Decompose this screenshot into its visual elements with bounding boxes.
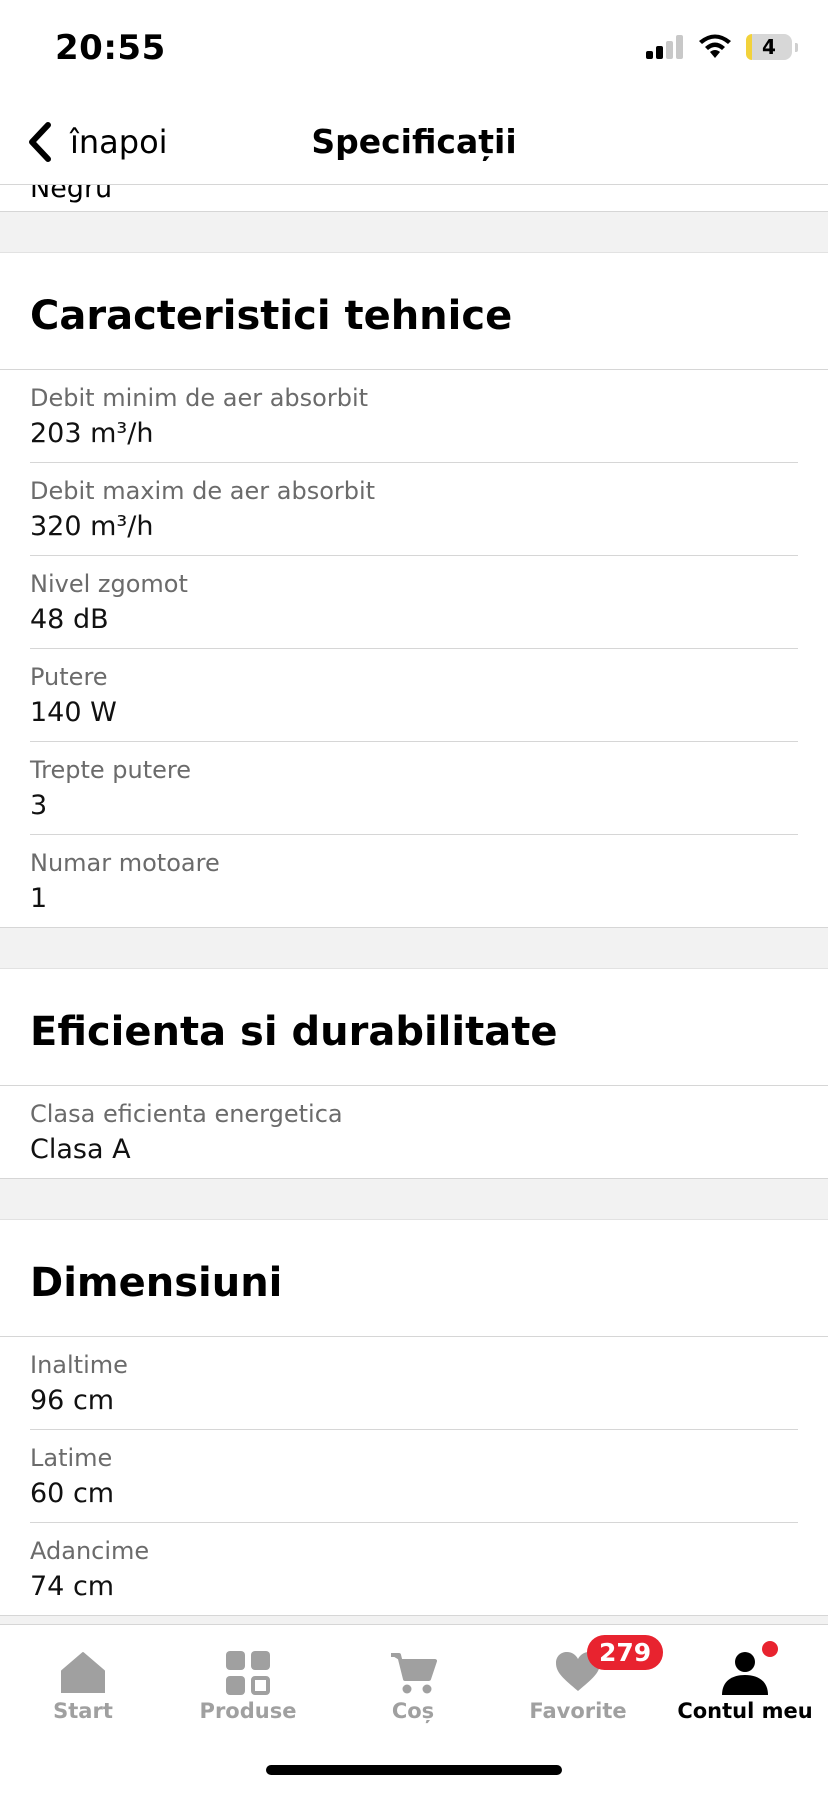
section-header: Eficienta si durabilitate <box>0 969 828 1086</box>
status-icons: 4 <box>646 34 798 60</box>
spec-value: 320 m³/h <box>30 511 154 542</box>
spec-value: 140 W <box>30 697 117 728</box>
spec-value: 3 <box>30 790 48 821</box>
tab-label: Coș <box>391 1699 435 1723</box>
grid-icon <box>226 1651 270 1695</box>
spec-row: Nivel zgomot 48 dB <box>30 556 798 649</box>
tab-label: Start <box>53 1699 113 1723</box>
signal-icon <box>646 35 683 59</box>
spec-row: Latime 60 cm <box>30 1430 798 1523</box>
battery-icon: 4 <box>746 34 798 60</box>
section-divider <box>0 212 828 253</box>
tab-contul-meu[interactable]: Contul meu <box>670 1641 820 1731</box>
tab-label: Produse <box>199 1699 297 1723</box>
spec-label: Latime <box>30 1444 113 1472</box>
spec-row: Debit maxim de aer absorbit 320 m³/h <box>30 463 798 556</box>
spec-label: Debit maxim de aer absorbit <box>30 477 376 505</box>
favorites-count-badge: 279 <box>587 1635 664 1670</box>
wifi-icon <box>699 34 731 58</box>
home-icon <box>61 1652 105 1693</box>
section-title: Dimensiuni <box>30 1260 283 1306</box>
spec-row: Putere 140 W <box>30 649 798 742</box>
spec-label: Adancime <box>30 1537 150 1565</box>
spec-value: 60 cm <box>30 1478 115 1509</box>
spec-row: Clasa eficienta energetica Clasa A <box>0 1086 828 1179</box>
spec-label: Numar motoare <box>30 849 220 877</box>
spec-label: Debit minim de aer absorbit <box>30 384 369 412</box>
spec-row: Trepte putere 3 <box>30 742 798 835</box>
partial-spec-row: Negru <box>0 185 828 212</box>
cart-icon <box>391 1653 437 1694</box>
spec-value: 203 m³/h <box>30 418 154 449</box>
partial-spec-value: Negru <box>30 185 113 204</box>
spec-label: Clasa eficienta energetica <box>30 1100 343 1128</box>
tab-produse[interactable]: Produse <box>173 1651 323 1731</box>
spec-label: Trepte putere <box>30 756 192 784</box>
tab-start[interactable]: Start <box>8 1651 158 1731</box>
tab-cos[interactable]: Coș <box>338 1651 488 1731</box>
notification-dot <box>762 1641 778 1657</box>
section-header: Caracteristici tehnice <box>0 253 828 370</box>
spec-row: Numar motoare 1 <box>0 835 828 928</box>
section-title: Caracteristici tehnice <box>30 293 513 339</box>
section-divider <box>0 928 828 969</box>
spec-row: Adancime 74 cm <box>0 1523 828 1616</box>
section-header: Dimensiuni <box>0 1220 828 1337</box>
spec-label: Inaltime <box>30 1351 128 1379</box>
spec-label: Nivel zgomot <box>30 570 188 598</box>
page-title: Specificații <box>311 122 517 161</box>
nav-bar: înapoi Specificații <box>0 100 828 185</box>
spec-value: Clasa A <box>30 1134 131 1165</box>
section-title: Eficienta si durabilitate <box>30 1009 558 1055</box>
spec-value: 1 <box>30 883 48 914</box>
spec-row: Debit minim de aer absorbit 203 m³/h <box>30 370 798 463</box>
spec-label: Putere <box>30 663 108 691</box>
tab-label: Favorite <box>529 1699 627 1723</box>
tab-label: Contul meu <box>677 1699 813 1723</box>
home-indicator[interactable] <box>266 1765 562 1775</box>
spec-value: 48 dB <box>30 604 109 635</box>
spec-value: 74 cm <box>30 1571 115 1602</box>
battery-level: 4 <box>762 35 776 59</box>
spec-row: Inaltime 96 cm <box>30 1337 798 1430</box>
status-time: 20:55 <box>55 28 166 68</box>
status-bar: 20:55 4 <box>0 0 828 100</box>
section-divider <box>0 1179 828 1220</box>
tab-favorite[interactable]: 279 Favorite <box>503 1635 664 1731</box>
user-icon <box>722 1652 768 1695</box>
specifications-list[interactable]: Negru Caracteristici tehnice Debit minim… <box>0 185 828 1625</box>
spec-value: 96 cm <box>30 1385 115 1416</box>
